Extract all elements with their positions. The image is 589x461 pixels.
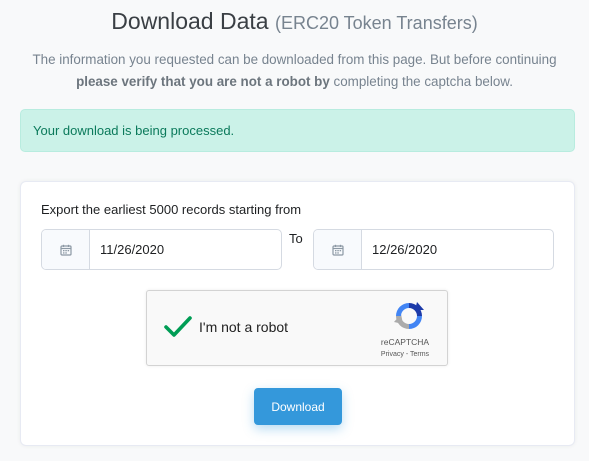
from-date-input[interactable] — [90, 230, 280, 269]
page-subtitle: (ERC20 Token Transfers) — [274, 13, 478, 33]
success-alert: Your download is being processed. — [20, 109, 575, 152]
links-separator: - — [405, 351, 409, 358]
export-card: Export the earliest 5000 records startin… — [20, 181, 575, 446]
intro-text-after: completing the captcha below. — [329, 74, 513, 89]
captcha-label: I'm not a robot — [199, 319, 289, 335]
privacy-link[interactable]: Privacy — [381, 351, 404, 358]
checkmark-icon[interactable] — [163, 315, 193, 344]
page-title: Download Data (ERC20 Token Transfers) — [0, 8, 589, 35]
recaptcha-logo-icon — [393, 300, 425, 337]
recaptcha-widget: I'm not a robot reCAPTCHA Privacy - Term… — [146, 290, 448, 366]
from-date-group — [41, 229, 282, 270]
intro-text-before: The information you requested can be dow… — [32, 52, 557, 67]
export-label: Export the earliest 5000 records startin… — [41, 202, 302, 217]
download-button[interactable]: Download — [254, 388, 342, 425]
recaptcha-brand: reCAPTCHA — [380, 337, 430, 347]
calendar-icon[interactable] — [42, 230, 90, 269]
to-date-group — [313, 229, 554, 270]
alert-message: Your download is being processed. — [33, 123, 235, 138]
recaptcha-links: Privacy - Terms — [365, 351, 445, 358]
to-date-input[interactable] — [362, 230, 552, 269]
intro-text: The information you requested can be dow… — [14, 49, 575, 93]
terms-link[interactable]: Terms — [410, 351, 429, 358]
page-title-text: Download Data — [111, 8, 269, 34]
intro-text-bold: please verify that you are not a robot b… — [76, 74, 330, 89]
to-label: To — [289, 231, 303, 246]
calendar-icon[interactable] — [314, 230, 362, 269]
